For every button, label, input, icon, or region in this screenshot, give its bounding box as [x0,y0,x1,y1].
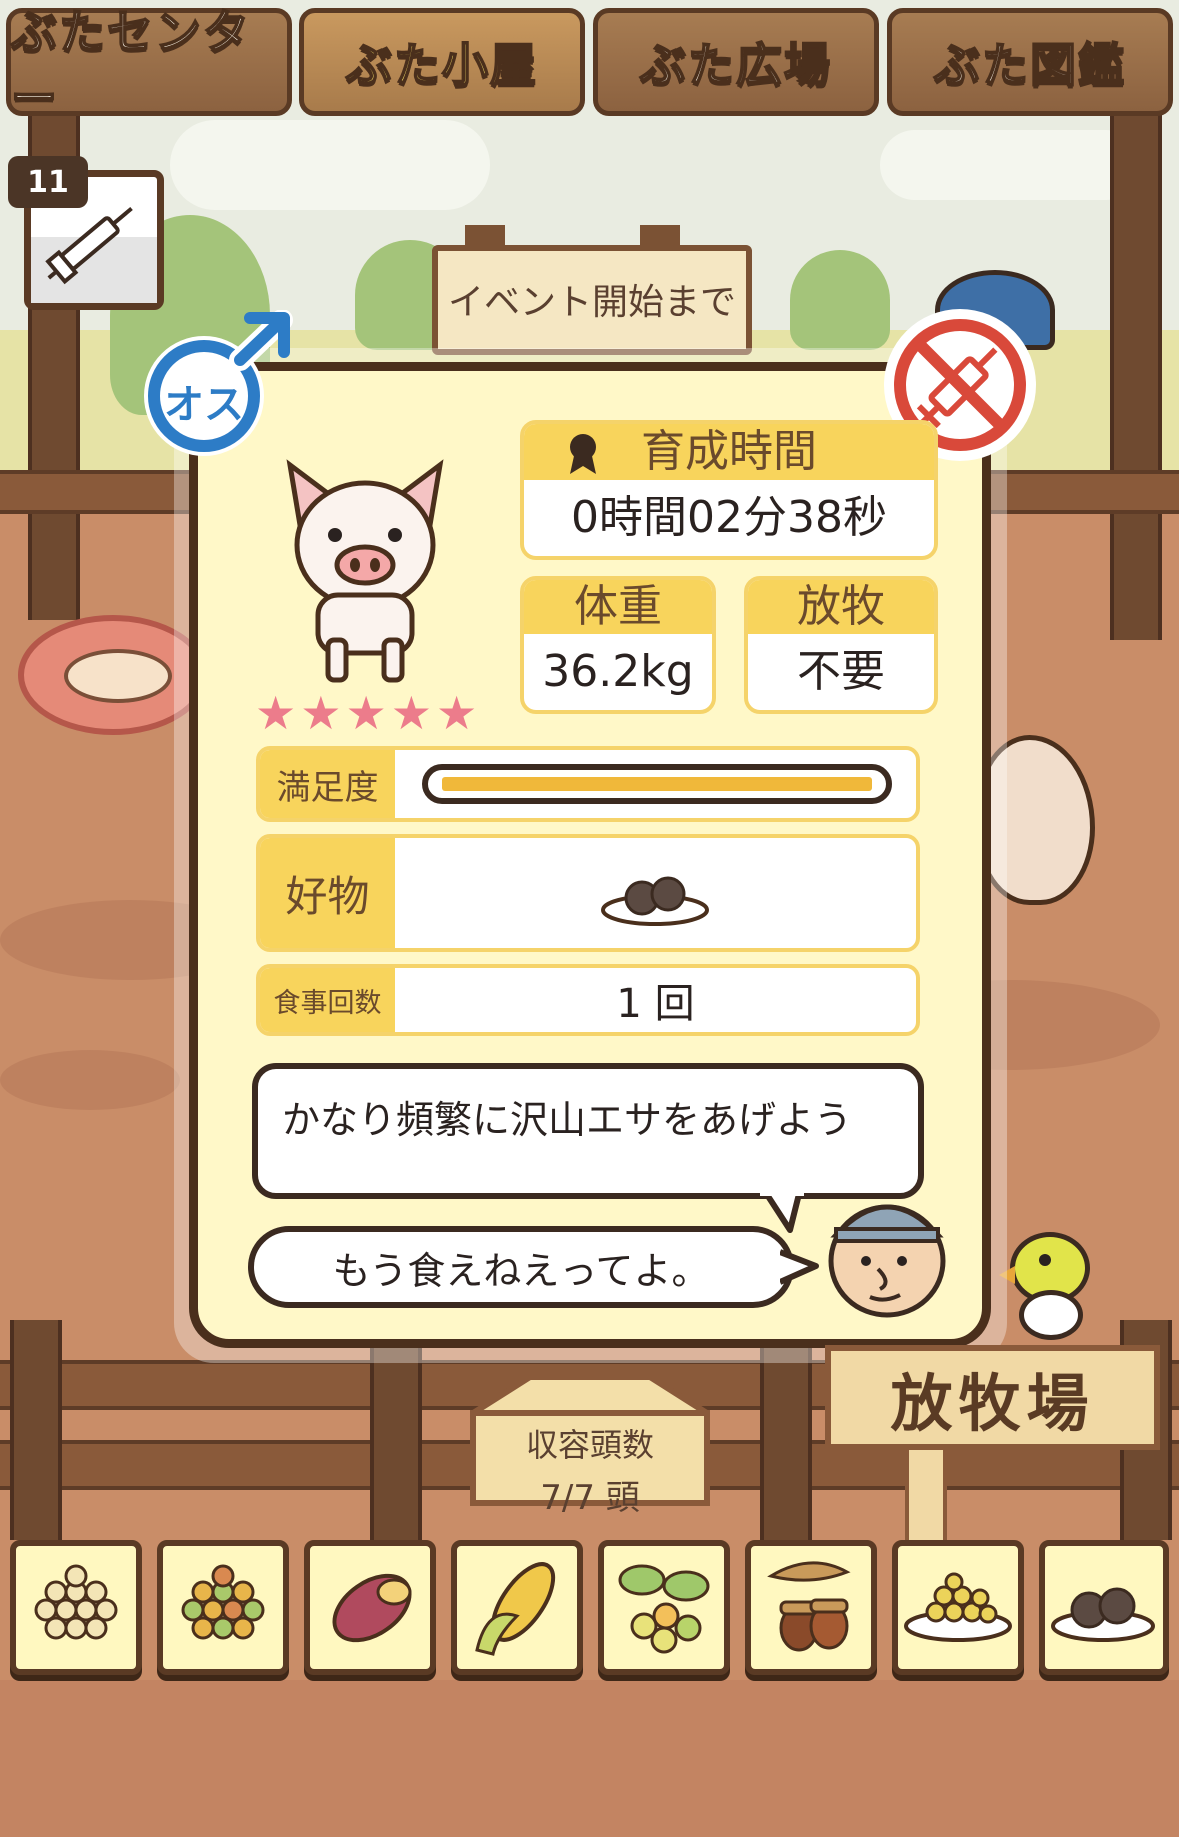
pig-speech-text: もう食えねえってよ。 [332,1248,710,1293]
fence-rail [980,470,1179,514]
advice-bubble: かなり頻繁に沢山エサをあげよう [252,1063,924,1199]
food-slot-corn[interactable] [451,1540,583,1675]
grazing-value: 不要 [797,646,885,697]
acorn-icon [767,1561,851,1652]
meal-count-label: 食事回数 [260,968,395,1032]
event-countdown-sign[interactable]: イベント開始まで [432,245,752,355]
speech-tail [780,1249,819,1285]
tab-buta-plaza[interactable]: ぶた広場 [593,8,879,116]
favorite-label: 好物 [260,838,395,948]
medal-icon [570,434,596,474]
pasture-sign-post [905,1445,947,1545]
fence-rail [0,470,200,514]
fence-post [10,1320,62,1540]
food-slot-sweet-potato[interactable] [304,1540,436,1675]
farmer-avatar[interactable] [822,1183,952,1318]
food-slot-mixed-beans[interactable] [157,1540,289,1675]
meal-count-value: 1 回 [616,981,695,1027]
farmer-face-icon [828,1204,946,1318]
bean-plate-icon [904,1572,1012,1642]
tab-buta-center[interactable]: ぶたセンター [6,4,292,126]
grazing-card: 放牧 不要 [744,576,938,714]
training-time-card: 育成時間 0時間02分38秒 [520,420,938,560]
ground-lower [0,1680,1179,1837]
meatball-plate-icon [601,876,709,926]
tab-buta-hut[interactable]: ぶた小屋 [299,8,585,116]
capacity-sign: 収容頭数 7/7 頭 [470,1410,710,1518]
capacity-sign-roof [470,1375,710,1415]
mixed-beans-icon [181,1564,265,1640]
weight-card: 体重 36.2kg [520,576,716,714]
gender-label: オス [164,382,244,428]
weight-value: 36.2kg [542,646,694,697]
rating-stars: ★★★★★ [255,686,482,740]
yellow-bird[interactable] [999,1232,1095,1340]
training-time-label: 育成時間 [641,426,817,477]
cloud [170,120,490,210]
tree [790,250,890,350]
satisfaction-bar-fill [442,777,872,791]
fence-post [1110,100,1162,640]
satisfaction-row: 満足度 [256,746,920,822]
pig-icon [286,459,444,683]
cloud [880,130,1140,200]
weight-label: 体重 [524,580,712,634]
food-slot-berries[interactable] [598,1540,730,1675]
sweet-potato-icon [332,1573,412,1643]
pig-portrait[interactable] [270,455,460,685]
capacity-label: 収容頭数 [525,1426,654,1464]
capacity-value: 7/7 頭 [540,1478,640,1518]
food-slot-beans[interactable] [10,1540,142,1675]
food-slot-bean-plate[interactable] [892,1540,1024,1675]
favorite-food-row: 好物 [256,834,920,952]
pig-speech-bubble: もう食えねえってよ。 [248,1226,794,1308]
injection-count-badge: 11 [8,156,88,208]
food-slot-acorn[interactable] [745,1540,877,1675]
meatball-plate-icon [1051,1587,1155,1642]
pasture-sign-label: 放牧場 [890,1366,1095,1440]
grazing-label: 放牧 [748,580,934,634]
dirt-patch [0,1050,180,1110]
meal-count-row: 食事回数 1 回 [256,964,920,1036]
berries-icon [618,1564,710,1654]
event-sign-text: イベント開始まで [447,282,736,323]
tab-buta-encyclopedia[interactable]: ぶた図鑑 [887,8,1173,116]
male-gender-badge: オス [132,309,307,460]
corn-icon [475,1562,556,1656]
food-slot-meatball-plate[interactable] [1039,1540,1169,1675]
pasture-button[interactable]: 放牧場 [825,1345,1160,1450]
satisfaction-bar [422,764,892,804]
satisfaction-label: 満足度 [260,750,395,818]
advice-text: かなり頻繁に沢山エサをあげよう [282,1098,853,1142]
training-time-value: 0時間02分38秒 [571,492,887,543]
beans-icon [34,1564,118,1640]
